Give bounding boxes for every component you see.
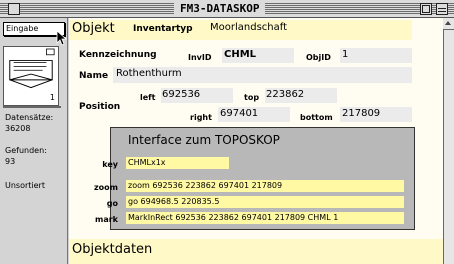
bottom-value: 217809 xyxy=(342,108,381,119)
go-label: go xyxy=(106,199,118,208)
bottom-label: bottom xyxy=(300,113,333,122)
right-label: right xyxy=(190,113,212,122)
invid-label: InvID xyxy=(188,53,212,62)
objid-field[interactable] xyxy=(340,48,412,63)
key-label: key xyxy=(102,160,118,169)
left-label: left xyxy=(140,93,156,102)
records-label: Datensätze: xyxy=(5,113,54,122)
top-value: 223862 xyxy=(266,89,305,100)
toposkop-title: Interface zum TOPOSKOP xyxy=(128,133,280,147)
inventartyp-field[interactable]: Moorlandschaft xyxy=(210,22,287,33)
invid-value: CHML xyxy=(224,49,257,60)
zoom-label: zoom xyxy=(94,183,118,192)
zoom-box[interactable] xyxy=(420,3,432,15)
name-label: Name xyxy=(79,71,109,81)
found-value: 93 xyxy=(5,157,16,166)
kennzeichnung-label: Kennzeichnung xyxy=(79,50,157,60)
found-label: Gefunden: xyxy=(5,146,47,155)
bookmark-page-number: 1 xyxy=(49,93,55,102)
record-slider[interactable] xyxy=(3,106,61,108)
collapse-box[interactable] xyxy=(436,3,448,15)
arrow-cursor-icon xyxy=(56,30,68,46)
mark-label: mark xyxy=(95,215,118,224)
sort-status: Unsortiert xyxy=(5,181,45,190)
vertical-scrollbar[interactable] xyxy=(443,18,454,264)
records-value: 36208 xyxy=(5,124,31,133)
scroll-up-arrow-icon[interactable] xyxy=(443,18,454,30)
section-heading-objektdaten: Objektdaten xyxy=(72,242,153,257)
mark-field[interactable]: MarkInRect 692536 223862 697401 217809 C… xyxy=(126,212,404,224)
name-value: Rothenthurm xyxy=(116,68,182,79)
key-field[interactable]: CHMLx1x xyxy=(126,157,229,169)
window-title: FM3-DATASKOP xyxy=(174,2,266,16)
close-box[interactable] xyxy=(8,3,20,15)
inventartyp-label: Inventartyp xyxy=(133,24,193,34)
objid-label: ObjID xyxy=(306,53,331,62)
section-heading-objekt: Objekt xyxy=(72,21,115,36)
objid-value: 1 xyxy=(342,49,349,60)
left-value: 692536 xyxy=(162,89,201,100)
right-value: 697401 xyxy=(220,108,259,119)
title-bar[interactable]: FM3-DATASKOP xyxy=(0,0,454,18)
go-field[interactable]: go 694968.5 220835.5 xyxy=(126,196,404,208)
zoom-field[interactable]: zoom 692536 223862 697401 217809 xyxy=(126,180,404,192)
top-label: top xyxy=(244,93,260,102)
position-label: Position xyxy=(79,102,121,112)
